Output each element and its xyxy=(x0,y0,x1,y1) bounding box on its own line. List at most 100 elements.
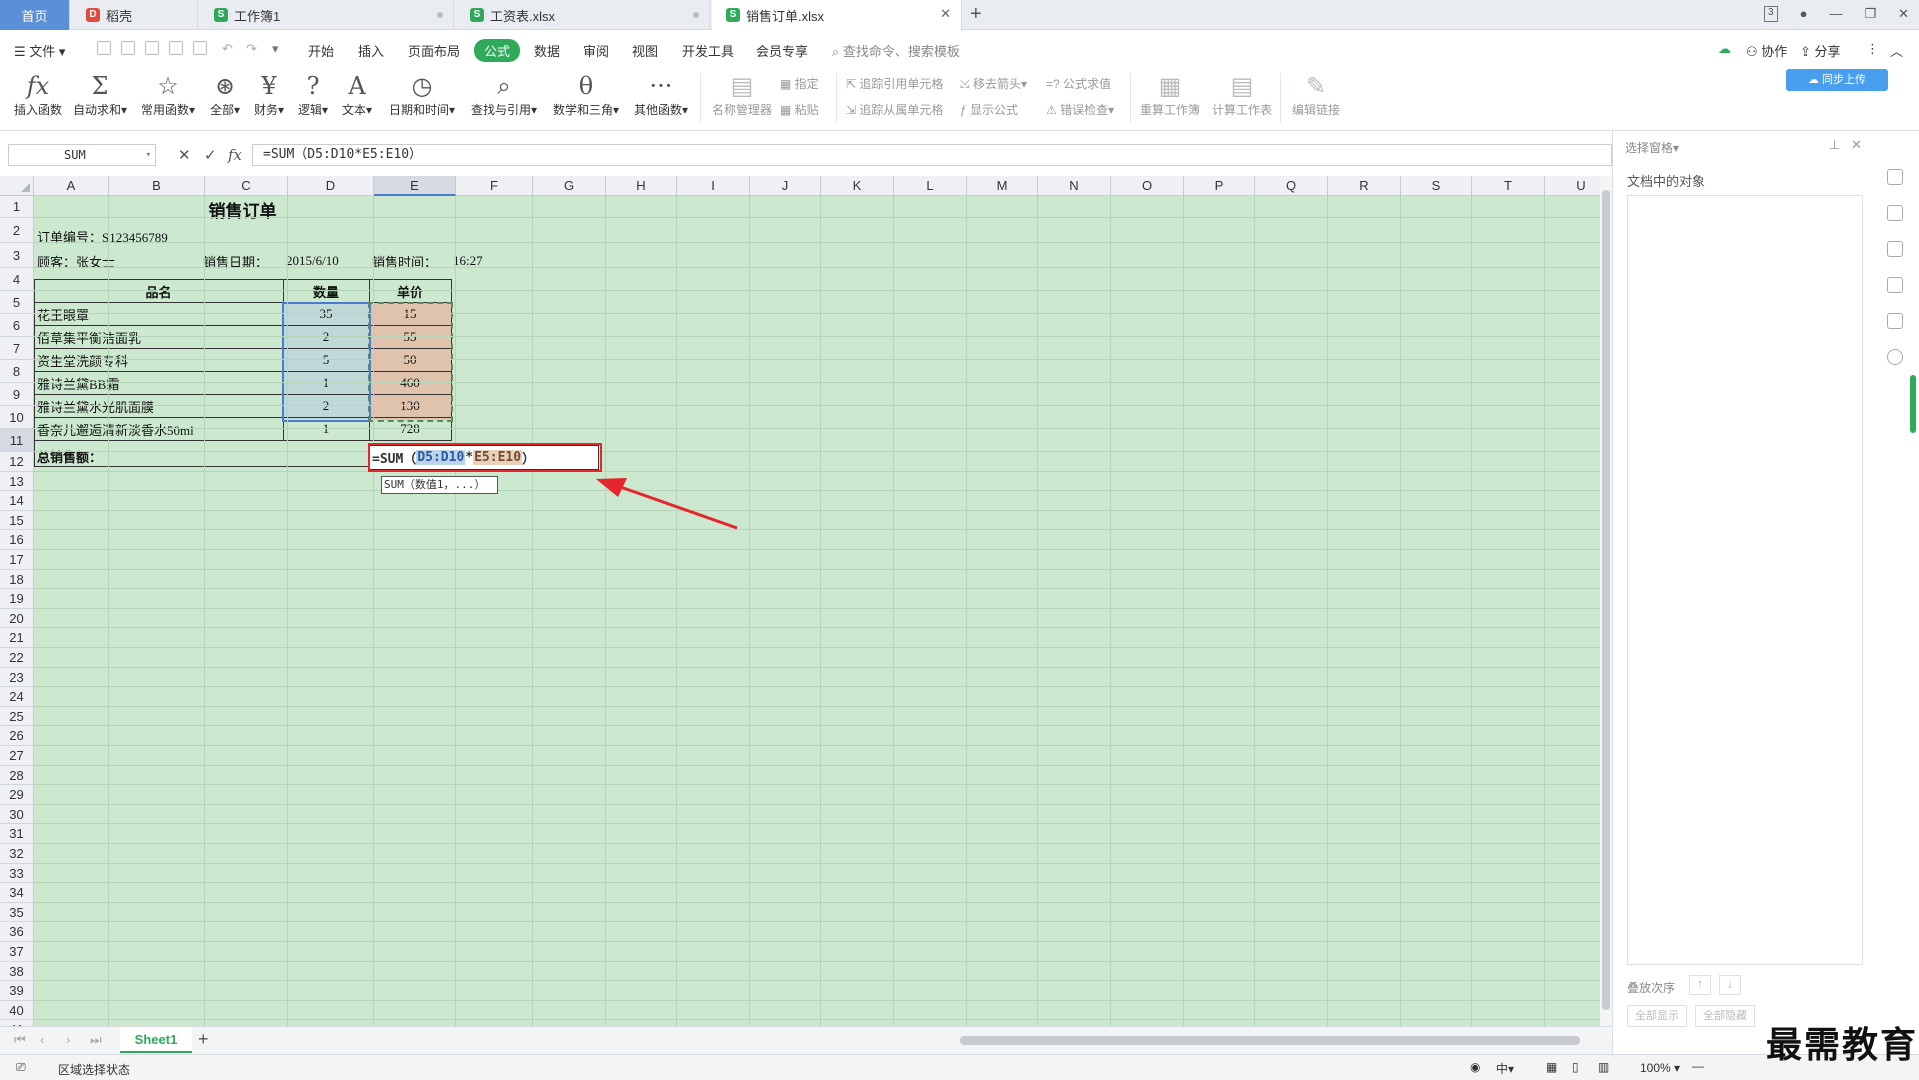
name-box[interactable]: SUM ▾ xyxy=(8,144,156,166)
menu-view[interactable]: 视图 xyxy=(632,41,658,60)
row-header-18[interactable]: 18 xyxy=(0,569,34,590)
row-header-31[interactable]: 31 xyxy=(0,824,34,844)
shape-icon[interactable] xyxy=(1887,169,1903,185)
row-header-19[interactable]: 19 xyxy=(0,589,34,609)
row-header-37[interactable]: 37 xyxy=(0,942,34,962)
column-header-u[interactable]: U xyxy=(1545,176,1600,196)
column-header-l[interactable]: L xyxy=(894,176,967,196)
help-icon[interactable] xyxy=(1887,349,1903,365)
scroll-thumb[interactable] xyxy=(1602,190,1610,1010)
pane-scroll-indicator[interactable] xyxy=(1910,375,1916,433)
zoom-level[interactable]: 100% ▾ xyxy=(1640,1061,1680,1075)
menu-data[interactable]: 数据 xyxy=(534,41,560,60)
close-pane-icon[interactable]: ✕ xyxy=(1851,137,1862,153)
window-count-badge[interactable]: 3 xyxy=(1764,6,1778,22)
row-header-5[interactable]: 5 xyxy=(0,291,34,314)
move-up-icon[interactable]: ↑ xyxy=(1689,975,1711,995)
add-sheet-button[interactable]: + xyxy=(198,1029,209,1050)
chevron-down-icon[interactable]: ▾ xyxy=(146,145,151,165)
cursor-icon[interactable] xyxy=(1887,205,1903,221)
close-window-icon[interactable]: ✕ xyxy=(1898,6,1909,22)
print-icon[interactable] xyxy=(169,41,183,55)
undo-icon[interactable]: ↶ xyxy=(222,41,233,57)
lookup-reference-button[interactable]: ⌕ 查找与引用▾ xyxy=(468,71,540,118)
settings-sliders-icon[interactable] xyxy=(1887,241,1903,257)
redo-icon[interactable]: ↷ xyxy=(246,41,257,57)
math-trig-button[interactable]: θ 数学和三角▾ xyxy=(550,71,622,118)
header-qty[interactable]: 数量 xyxy=(283,280,369,302)
column-header-d[interactable]: D xyxy=(288,176,374,196)
evaluate-formula-button[interactable]: =? 公式求值 xyxy=(1046,75,1111,92)
column-header-p[interactable]: P xyxy=(1184,176,1255,196)
remove-arrows-button[interactable]: ⤩ 移去箭头▾ xyxy=(960,75,1027,92)
zoom-out-icon[interactable]: — xyxy=(1692,1059,1704,1073)
sale-date-value[interactable]: 2015/6/10 xyxy=(286,250,339,272)
tab-workbook1[interactable]: S 工作簿1 xyxy=(200,0,454,30)
logic-button[interactable]: ? 逻辑▾ xyxy=(294,71,332,118)
customer[interactable]: 顾客：张女士 xyxy=(37,250,115,272)
row-header-27[interactable]: 27 xyxy=(0,746,34,766)
date-time-button[interactable]: ◷ 日期和时间▾ xyxy=(386,71,458,118)
horizontal-scrollbar[interactable] xyxy=(960,1036,1580,1045)
other-functions-button[interactable]: ··· 其他函数▾ xyxy=(630,71,692,118)
row-header-22[interactable]: 22 xyxy=(0,648,34,668)
row-header-2[interactable]: 2 xyxy=(0,218,34,243)
column-header-b[interactable]: B xyxy=(109,176,205,196)
product-name-cell[interactable]: 佰草集平衡洁面乳 xyxy=(37,326,141,348)
row-header-12[interactable]: 12 xyxy=(0,452,34,472)
column-header-f[interactable]: F xyxy=(456,176,533,196)
error-check-button[interactable]: ⚠ 错误检查▾ xyxy=(1046,101,1114,118)
row-header-9[interactable]: 9 xyxy=(0,383,34,406)
column-header-j[interactable]: J xyxy=(750,176,821,196)
minimize-icon[interactable]: — xyxy=(1829,6,1842,22)
row-header-28[interactable]: 28 xyxy=(0,765,34,786)
column-header-g[interactable]: G xyxy=(533,176,606,196)
name-manager-button[interactable]: ▤ 名称管理器 xyxy=(710,71,774,118)
sale-date-label[interactable]: 销售日期： xyxy=(203,250,268,272)
product-name-cell[interactable]: 香奈儿邂逅清新淡香水50ml xyxy=(37,418,194,440)
row-header-1[interactable]: 1 xyxy=(0,196,34,218)
product-name-cell[interactable]: 雅诗兰黛BB霜 xyxy=(37,372,119,394)
objects-list[interactable] xyxy=(1627,195,1863,965)
column-header-q[interactable]: Q xyxy=(1255,176,1328,196)
row-header-14[interactable]: 14 xyxy=(0,491,34,511)
next-sheet-icon[interactable]: › xyxy=(66,1032,70,1047)
column-header-k[interactable]: K xyxy=(821,176,894,196)
sale-time-value[interactable]: 16:27 xyxy=(453,250,483,272)
menu-start[interactable]: 开始 xyxy=(308,41,334,60)
cloud-upload-button[interactable]: ☁ 同步上传 xyxy=(1786,69,1888,91)
row-header-16[interactable]: 16 xyxy=(0,530,34,550)
file-menu[interactable]: ☰ 文件 ▾ xyxy=(14,41,65,60)
specify-button[interactable]: ▦ 指定 xyxy=(780,75,819,92)
row-header-38[interactable]: 38 xyxy=(0,961,34,982)
sheet-tab-sheet1[interactable]: Sheet1 xyxy=(120,1027,192,1053)
cancel-icon[interactable]: ✕ xyxy=(178,146,191,164)
format-painter-icon[interactable] xyxy=(145,41,159,55)
new-doc-icon[interactable] xyxy=(97,41,111,55)
order-number[interactable]: 订单编号：S123456789 xyxy=(37,225,168,247)
row-header-24[interactable]: 24 xyxy=(0,687,34,707)
more-icon[interactable]: ⋮ xyxy=(1866,41,1879,57)
row-header-7[interactable]: 7 xyxy=(0,337,34,360)
header-price[interactable]: 单价 xyxy=(369,280,451,302)
recalc-workbook-button[interactable]: ▦ 重算工作簿 xyxy=(1138,71,1202,118)
move-down-icon[interactable]: ↓ xyxy=(1719,975,1741,995)
tab-sales-order[interactable]: S 销售订单.xlsx ✕ xyxy=(712,0,962,30)
paste-name-button[interactable]: ▦ 粘贴 xyxy=(780,101,819,118)
show-formula-button[interactable]: ƒ 显示公式 xyxy=(960,101,1018,118)
column-header-h[interactable]: H xyxy=(606,176,677,196)
macro-record-icon[interactable]: ⎚ xyxy=(16,1060,26,1075)
menu-formula[interactable]: 公式 xyxy=(474,39,521,62)
archive-icon[interactable] xyxy=(1887,313,1903,329)
row-header-26[interactable]: 26 xyxy=(0,726,34,746)
share-button[interactable]: ⇪ 分享 xyxy=(1800,41,1841,60)
finance-button[interactable]: ¥ 财务▾ xyxy=(250,71,288,118)
row-header-36[interactable]: 36 xyxy=(0,922,34,942)
text-button[interactable]: A 文本▾ xyxy=(338,71,376,118)
row-header-11[interactable]: 11 xyxy=(0,429,34,452)
column-header-o[interactable]: O xyxy=(1111,176,1184,196)
menu-dev-tools[interactable]: 开发工具 xyxy=(682,41,734,60)
product-name-cell[interactable]: 花王眼罩 xyxy=(37,303,89,325)
column-header-n[interactable]: N xyxy=(1038,176,1111,196)
row-header-8[interactable]: 8 xyxy=(0,360,34,383)
